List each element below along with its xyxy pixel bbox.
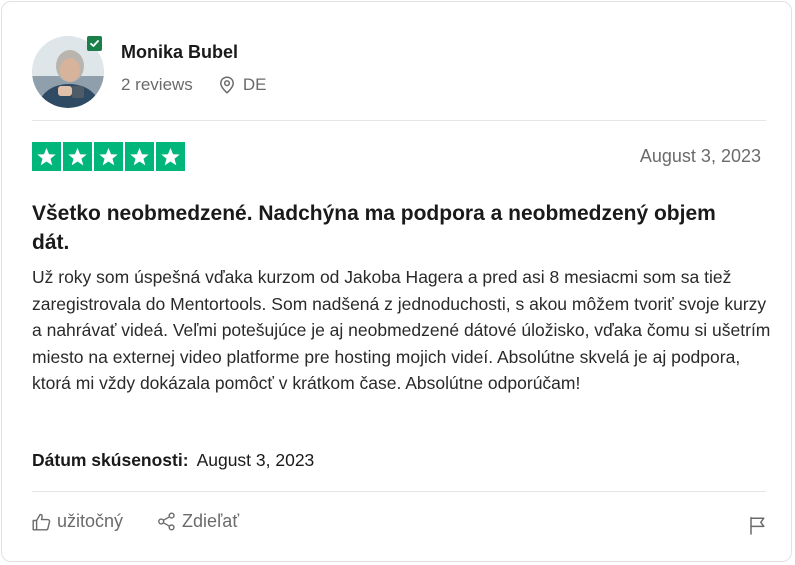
flag-icon: [750, 516, 765, 535]
header-divider: [32, 120, 766, 121]
verified-badge: [87, 36, 102, 51]
review-date: August 3, 2023: [639, 146, 761, 166]
reviewer-location: DE: [219, 75, 267, 95]
share-label: Zdieľať: [182, 511, 240, 531]
experience-date-row: Dátum skúsenosti: August 3, 2023: [32, 450, 314, 471]
review-actions: užitočný Zdieľať: [32, 511, 239, 532]
experience-date-value: August 3, 2023: [196, 450, 315, 470]
reviewer-meta: 2 reviews DE: [121, 74, 266, 96]
review-card: Monika Bubel 2 reviews DE August 3, 2023: [1, 1, 792, 562]
useful-label: užitočný: [57, 511, 124, 531]
location-pin-icon: [219, 76, 234, 94]
star-icon: [94, 142, 123, 171]
report-button[interactable]: [749, 516, 766, 540]
footer-divider: [32, 491, 766, 492]
review-body: Už roky som úspešná vďaka kurzom od Jako…: [32, 267, 771, 393]
share-button[interactable]: Zdieľať: [157, 511, 239, 532]
review-title[interactable]: Všetko neobmedzené. Nadchýna ma podpora …: [32, 199, 732, 257]
star-rating: [32, 142, 187, 171]
reviewer-name[interactable]: Monika Bubel: [121, 42, 238, 63]
reviewer-avatar-container[interactable]: [32, 36, 104, 108]
star-icon: [63, 142, 92, 171]
reviews-count: 2 reviews: [121, 75, 193, 94]
experience-date-label: Dátum skúsenosti:: [32, 450, 189, 470]
reviewer-country: DE: [242, 75, 267, 94]
checkmark-icon: [90, 40, 99, 47]
share-icon: [158, 512, 175, 531]
useful-button[interactable]: užitočný: [32, 511, 123, 532]
star-icon: [125, 142, 154, 171]
thumbs-up-icon: [32, 513, 51, 530]
star-icon: [156, 142, 185, 171]
star-icon: [32, 142, 61, 171]
